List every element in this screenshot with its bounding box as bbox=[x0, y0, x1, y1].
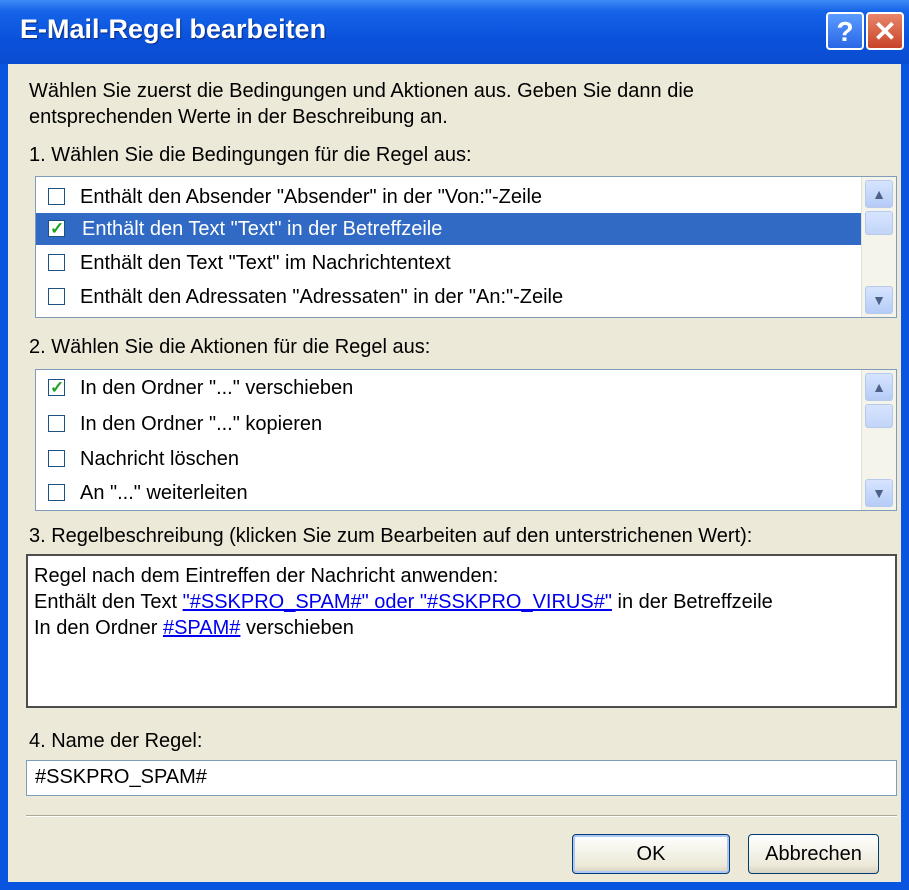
vertical-scrollbar[interactable]: ▲ ▼ bbox=[861, 177, 896, 317]
list-item-label: Enthält den Text "Text" im Nachrichtente… bbox=[80, 252, 451, 274]
description-line2: Enthält den Text "#SSKPRO_SPAM#" oder "#… bbox=[34, 591, 773, 614]
list-item[interactable]: Nachricht löschen bbox=[36, 443, 862, 475]
actions-label: 2. Wählen Sie die Aktionen für die Regel… bbox=[29, 336, 431, 358]
intro-text-line1: Wählen Sie zuerst die Bedingungen und Ak… bbox=[29, 80, 694, 102]
description-text: in der Betreffzeile bbox=[611, 591, 773, 613]
divider bbox=[26, 815, 897, 817]
chevron-down-icon[interactable]: ▼ bbox=[865, 286, 893, 314]
dialog-title: E-Mail-Regel bearbeiten bbox=[20, 14, 327, 44]
rule-description-box: Regel nach dem Eintreffen der Nachricht … bbox=[26, 554, 897, 708]
intro-text-line2: entsprechenden Werte in der Beschreibung… bbox=[29, 106, 448, 128]
checkbox[interactable] bbox=[48, 213, 65, 245]
list-item-label: Enthält den Absender "Absender" in der "… bbox=[80, 186, 543, 208]
description-text: In den Ordner bbox=[34, 617, 163, 639]
folder-value-link[interactable]: #SPAM# bbox=[163, 617, 240, 639]
list-item-label: An "..." weiterleiten bbox=[80, 482, 248, 504]
title-bar[interactable]: E-Mail-Regel bearbeiten ? ✕ bbox=[0, 0, 909, 64]
list-item-label: In den Ordner "..." kopieren bbox=[80, 413, 323, 435]
checkbox[interactable] bbox=[48, 188, 65, 205]
description-line3: In den Ordner #SPAM# verschieben bbox=[34, 617, 354, 640]
description-line1: Regel nach dem Eintreffen der Nachricht … bbox=[34, 565, 499, 587]
vertical-scrollbar[interactable]: ▲ ▼ bbox=[861, 370, 896, 510]
description-text: Enthält den Text bbox=[34, 591, 183, 613]
description-label: 3. Regelbeschreibung (klicken Sie zum Be… bbox=[29, 525, 753, 547]
list-item-label: In den Ordner "..." verschieben bbox=[80, 377, 354, 399]
list-item[interactable]: In den Ordner "..." verschieben bbox=[36, 372, 862, 404]
list-item[interactable]: An "..." weiterleiten bbox=[36, 477, 862, 509]
scrollbar-thumb[interactable] bbox=[865, 211, 893, 235]
cancel-button[interactable]: Abbrechen bbox=[748, 834, 879, 874]
list-item[interactable]: Enthält den Absender "Absender" in der "… bbox=[36, 181, 862, 213]
list-item[interactable]: Enthält den Text "Text" im Nachrichtente… bbox=[36, 247, 862, 279]
conditions-list[interactable]: Enthält den Absender "Absender" in der "… bbox=[35, 176, 897, 318]
ok-button[interactable]: OK bbox=[572, 834, 730, 874]
checkbox[interactable] bbox=[48, 484, 65, 501]
actions-list[interactable]: In den Ordner "..." verschieben In den O… bbox=[35, 369, 897, 511]
checkbox[interactable] bbox=[48, 415, 65, 432]
checkbox[interactable] bbox=[48, 288, 65, 305]
chevron-up-icon[interactable]: ▲ bbox=[865, 180, 893, 208]
checkbox[interactable] bbox=[48, 372, 65, 404]
chevron-down-icon[interactable]: ▼ bbox=[865, 479, 893, 507]
checkbox[interactable] bbox=[48, 254, 65, 271]
list-item-label: Enthält den Adressaten "Adressaten" in d… bbox=[80, 286, 564, 308]
close-button[interactable]: ✕ bbox=[866, 12, 904, 50]
list-item-label: Enthält den Text "Text" in der Betreffze… bbox=[82, 218, 443, 240]
rule-name-field[interactable] bbox=[26, 760, 897, 796]
conditions-label: 1. Wählen Sie die Bedingungen für die Re… bbox=[29, 144, 472, 166]
scrollbar-thumb[interactable] bbox=[865, 404, 893, 428]
help-button[interactable]: ? bbox=[826, 12, 864, 50]
chevron-up-icon[interactable]: ▲ bbox=[865, 373, 893, 401]
text-value-link[interactable]: "#SSKPRO_SPAM#" oder "#SSKPRO_VIRUS#" bbox=[183, 591, 612, 613]
description-text: verschieben bbox=[240, 617, 354, 639]
dialog-window: E-Mail-Regel bearbeiten ? ✕ Wählen Sie z… bbox=[0, 0, 909, 890]
rule-name-input[interactable] bbox=[33, 765, 877, 790]
rule-name-label: 4. Name der Regel: bbox=[29, 730, 203, 752]
checkbox[interactable] bbox=[48, 450, 65, 467]
list-item[interactable]: Enthält den Adressaten "Adressaten" in d… bbox=[36, 281, 862, 313]
list-item-label: Nachricht löschen bbox=[80, 448, 239, 470]
list-item[interactable]: In den Ordner "..." kopieren bbox=[36, 408, 862, 440]
list-item[interactable]: Enthält den Text "Text" in der Betreffze… bbox=[36, 213, 862, 245]
